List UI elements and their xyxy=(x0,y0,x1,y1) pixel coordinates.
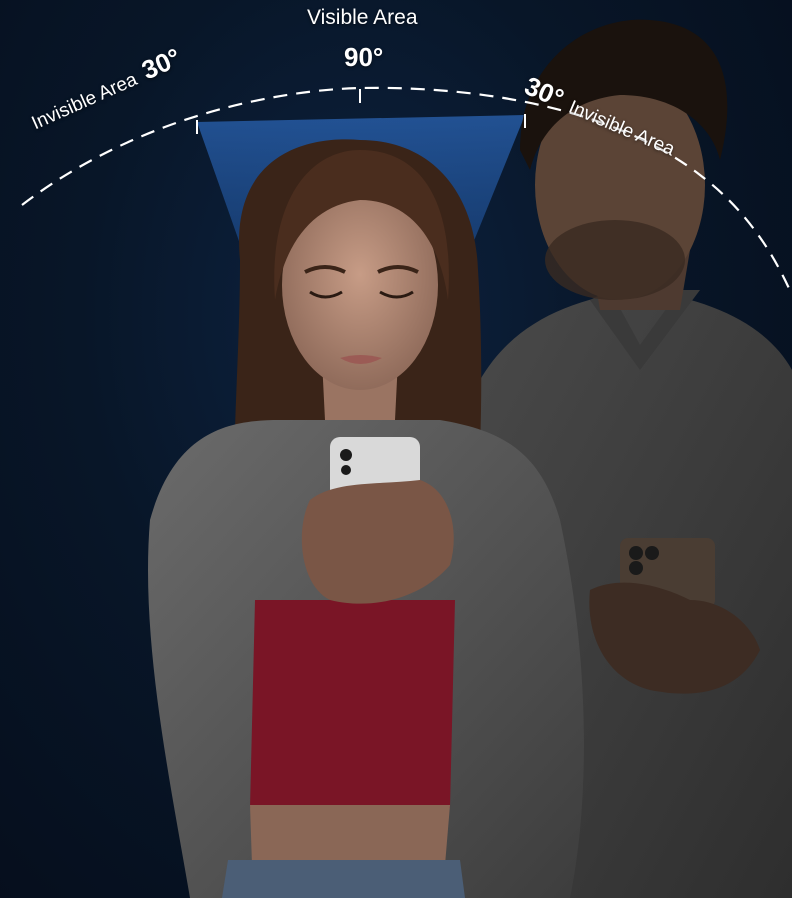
woman-top xyxy=(250,600,455,808)
woman-figure xyxy=(148,139,584,898)
woman-jeans xyxy=(222,860,465,898)
woman-midriff xyxy=(250,805,450,865)
visible-area-label: Visible Area xyxy=(307,6,418,29)
man-beard xyxy=(545,220,685,300)
visible-area-angle: 90° xyxy=(344,42,384,72)
privacy-angle-illustration: Visible Area 90° Invisible Area 30° 30° … xyxy=(0,0,792,898)
